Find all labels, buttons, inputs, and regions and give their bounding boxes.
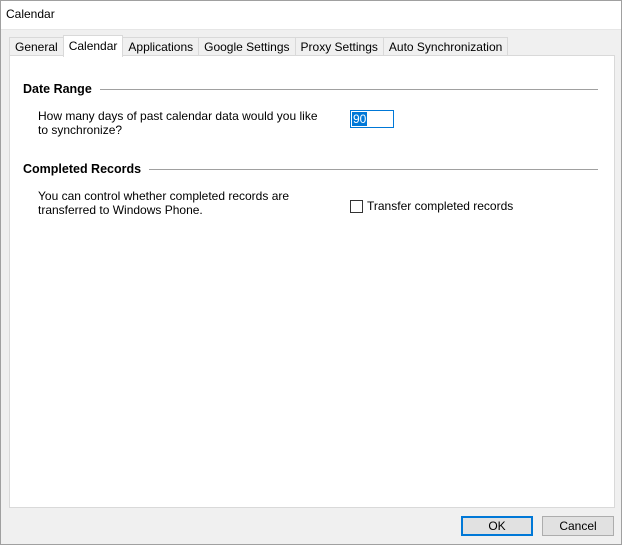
completed-records-heading: Completed Records	[23, 162, 150, 176]
tab-calendar[interactable]: Calendar	[62, 35, 124, 57]
transfer-completed-records-option[interactable]: Transfer completed records	[350, 199, 513, 213]
window-title: Calendar	[6, 7, 55, 21]
cancel-button[interactable]: Cancel	[542, 516, 614, 536]
tab-google-settings[interactable]: Google Settings	[198, 37, 296, 56]
title-bar: Calendar	[1, 1, 621, 30]
days-input[interactable]: 90	[350, 110, 394, 128]
tab-panel-calendar: Date Range How many days of past calenda…	[9, 55, 615, 508]
tab-applications[interactable]: Applications	[122, 37, 200, 56]
days-question-label: How many days of past calendar data woul…	[38, 109, 318, 137]
tab-general[interactable]: General	[9, 37, 64, 56]
ok-button[interactable]: OK	[461, 516, 533, 536]
days-input-value: 90	[352, 112, 368, 126]
dialog-window: Calendar General Calendar Applications G…	[0, 0, 622, 545]
date-range-divider	[100, 89, 598, 90]
transfer-completed-records-checkbox[interactable]	[350, 199, 363, 213]
tab-strip: General Calendar Applications Google Set…	[9, 35, 509, 57]
completed-records-description: You can control whether completed record…	[38, 189, 290, 217]
tab-proxy-settings[interactable]: Proxy Settings	[294, 37, 384, 56]
completed-records-divider	[140, 169, 598, 170]
date-range-heading: Date Range	[23, 82, 100, 96]
transfer-completed-records-label: Transfer completed records	[367, 199, 514, 213]
tab-auto-synchronization[interactable]: Auto Synchronization	[382, 37, 509, 56]
